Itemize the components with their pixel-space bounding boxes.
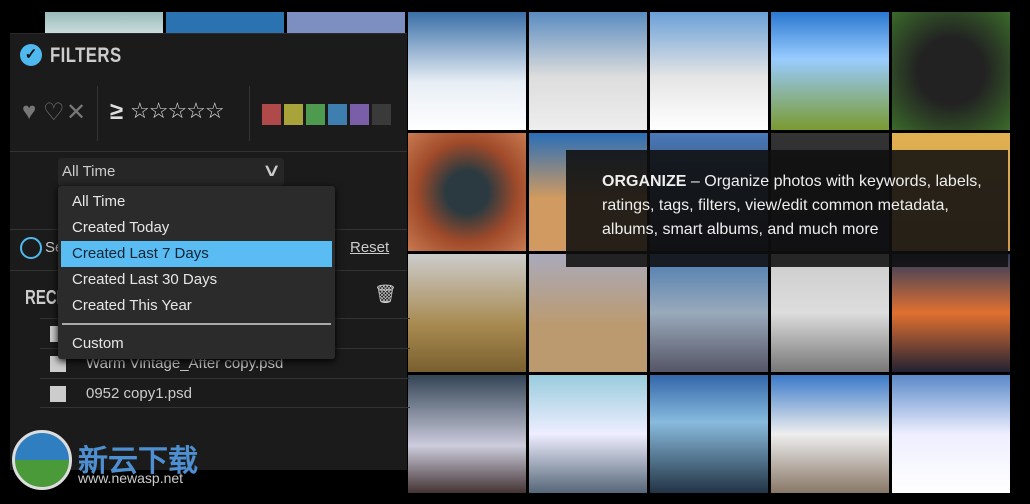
photo-thumb[interactable]	[892, 254, 1010, 372]
color-label-swatch[interactable]	[284, 104, 303, 125]
file-name: 0952 copy1.psd	[86, 385, 192, 402]
photo-thumb[interactable]	[771, 254, 889, 372]
reset-link[interactable]: Reset	[350, 239, 389, 256]
menu-item-last-30-days[interactable]: Created Last 30 Days	[58, 267, 335, 293]
photo-thumb[interactable]	[166, 12, 284, 34]
color-label-swatch[interactable]	[262, 104, 281, 125]
image-file-icon	[50, 386, 66, 402]
search-radio-icon[interactable]	[20, 237, 42, 259]
menu-item-all-time[interactable]: All Time	[58, 189, 335, 215]
recent-file[interactable]: 0952 copy1.psd	[40, 378, 410, 408]
filters-toggle-check-icon[interactable]: ✓	[20, 44, 42, 66]
photo-thumb[interactable]	[650, 375, 768, 493]
photo-thumb[interactable]	[408, 375, 526, 493]
color-label-swatch[interactable]	[372, 104, 391, 125]
photo-thumb[interactable]	[529, 12, 647, 130]
caption-heading: ORGANIZE	[602, 173, 687, 190]
photo-thumb[interactable]	[892, 375, 1010, 493]
date-filter-select[interactable]: All Time ∨	[58, 158, 284, 186]
watermark-logo	[12, 430, 72, 490]
photo-thumb[interactable]	[408, 12, 526, 130]
watermark-url: www.newasp.net	[78, 470, 184, 486]
photo-thumb[interactable]	[408, 254, 526, 372]
feature-caption: ORGANIZE – Organize photos with keywords…	[566, 150, 1008, 267]
menu-item-created-today[interactable]: Created Today	[58, 215, 335, 241]
color-label-swatch[interactable]	[328, 104, 347, 125]
star-rating[interactable]: ☆☆☆☆☆	[130, 98, 225, 124]
filters-title: FILTERS	[50, 44, 122, 67]
rating-operator[interactable]: ≥	[110, 98, 123, 126]
color-label-swatch[interactable]	[306, 104, 325, 125]
date-filter-value: All Time	[62, 163, 116, 180]
menu-item-custom[interactable]: Custom	[58, 331, 335, 357]
heart-outline-icon[interactable]: ♡	[43, 98, 65, 127]
menu-item-last-7-days[interactable]: Created Last 7 Days	[61, 241, 332, 267]
menu-item-this-year[interactable]: Created This Year	[58, 293, 335, 319]
trash-icon[interactable]: 🗑	[374, 284, 397, 305]
photo-thumb[interactable]	[408, 133, 526, 251]
reject-x-icon[interactable]: ✕	[66, 98, 86, 127]
photo-thumb[interactable]	[771, 12, 889, 130]
chevron-down-icon: ∨	[261, 160, 282, 180]
photo-thumb[interactable]	[45, 12, 163, 34]
photo-thumb[interactable]	[650, 254, 768, 372]
photo-thumb[interactable]	[771, 375, 889, 493]
color-label-swatch[interactable]	[350, 104, 369, 125]
photo-thumb[interactable]	[287, 12, 405, 34]
date-filter-menu: All Time Created Today Created Last 7 Da…	[58, 186, 335, 359]
photo-thumb[interactable]	[650, 12, 768, 130]
photo-thumb[interactable]	[529, 254, 647, 372]
heart-filled-icon[interactable]: ♥	[22, 98, 36, 126]
photo-thumb[interactable]	[892, 12, 1010, 130]
photo-thumb[interactable]	[529, 375, 647, 493]
